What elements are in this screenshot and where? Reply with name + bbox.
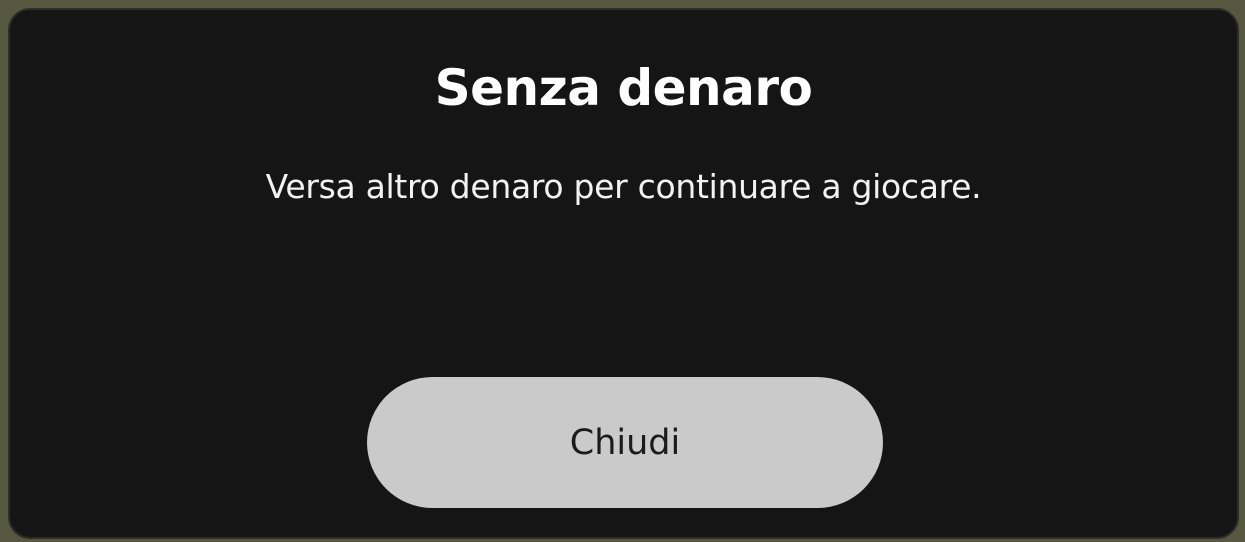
out-of-money-dialog: Senza denaro Versa altro denaro per cont… (8, 8, 1239, 539)
dialog-message: Versa altro denaro per continuare a gioc… (265, 167, 982, 206)
close-button[interactable]: Chiudi (367, 377, 883, 508)
dialog-title: Senza denaro (434, 59, 813, 117)
